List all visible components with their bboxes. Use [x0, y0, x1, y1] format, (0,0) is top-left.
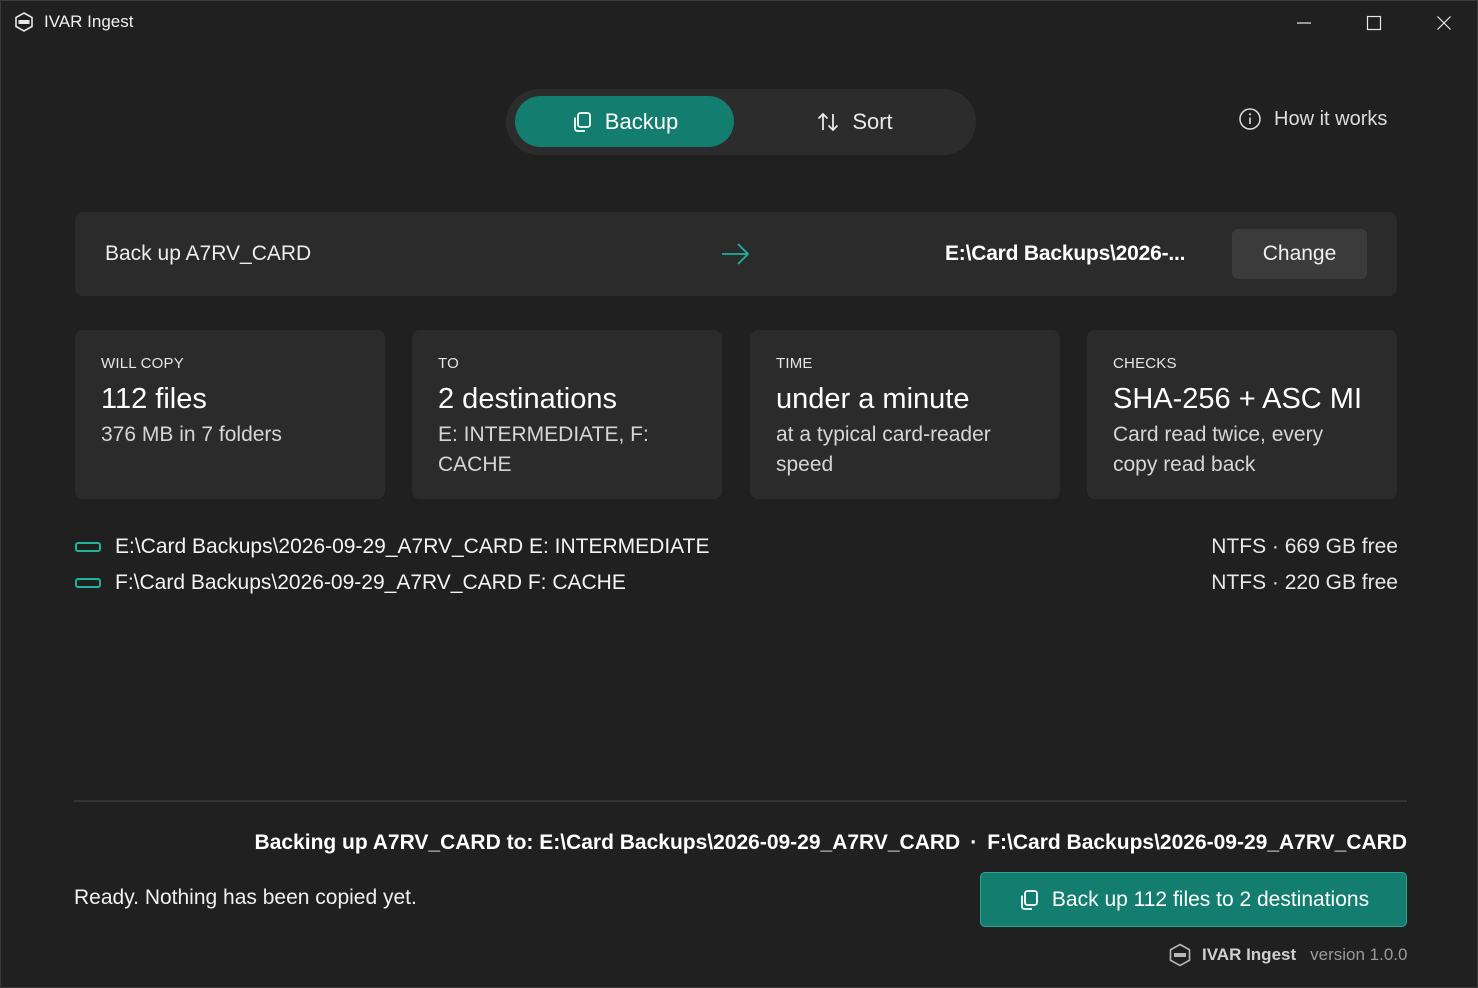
start-backup-label: Back up 112 files to 2 destinations — [1051, 887, 1370, 911]
change-destination-button[interactable]: Change — [1232, 229, 1367, 279]
summary-second-target: F:\Card Backups\2026-09-29_A7RV_CARD — [987, 831, 1407, 854]
info-icon — [1239, 108, 1261, 130]
close-icon — [1437, 16, 1451, 30]
start-backup-button[interactable]: Back up 112 files to 2 destinations — [980, 872, 1407, 927]
minimize-icon — [1297, 22, 1311, 24]
tab-backup[interactable]: Backup — [515, 96, 734, 147]
card-value: SHA-256 + ASC MI — [1113, 383, 1363, 415]
card-value: 2 destinations — [438, 383, 617, 415]
copy-icon — [573, 111, 591, 132]
maximize-icon — [1366, 15, 1382, 31]
stat-card-checks: CHECKS SHA-256 + ASC MI Card read twice,… — [1087, 330, 1397, 499]
tab-sort-label: Sort — [852, 108, 893, 134]
card-caption: CHECKS — [1113, 355, 1177, 372]
maximize-button[interactable] — [1339, 1, 1409, 45]
card-caption: TIME — [776, 355, 813, 372]
card-subtext: Card read twice, every copy read back — [1113, 423, 1324, 476]
app-logo-icon — [15, 12, 33, 32]
how-it-works-link[interactable]: How it works — [1238, 107, 1387, 131]
stat-card-will-copy: WILL COPY 112 files 376 MB in 7 folders — [75, 330, 385, 499]
destination-row-path: F:\Card Backups\2026-09-29_A7RV_CARD F: … — [115, 571, 626, 594]
summary-separator: · — [970, 831, 978, 854]
app-window: IVAR Ingest Backup Sort How it works Bac… — [0, 0, 1478, 988]
footer-version: version 1.0.0 — [1310, 945, 1408, 964]
destination-row-path: E:\Card Backups\2026-09-29_A7RV_CARD E: … — [115, 535, 710, 558]
destination-row: E:\Card Backups\2026-09-29_A7RV_CARD E: … — [75, 533, 1398, 561]
close-button[interactable] — [1409, 1, 1478, 45]
card-subtext: E: INTERMEDIATE, F: CACHE — [438, 423, 649, 476]
destination-path: E:\Card Backups\2026-... — [945, 242, 1186, 265]
sort-arrows-icon — [818, 112, 839, 131]
tab-backup-label: Backup — [604, 108, 679, 134]
card-value: under a minute — [776, 383, 970, 415]
card-caption: WILL COPY — [101, 355, 184, 372]
status-text: Ready. Nothing has been copied yet. — [74, 886, 417, 909]
card-subtext: at a typical card-reader speed — [776, 423, 991, 476]
minimize-button[interactable] — [1269, 1, 1339, 45]
footer-app-name: IVAR Ingest — [1202, 945, 1297, 964]
card-value: 112 files — [101, 383, 207, 415]
destination-row-free-space: NTFS · 220 GB free — [1211, 571, 1398, 594]
title-bar: IVAR Ingest — [1, 1, 1477, 45]
copy-icon — [1021, 889, 1038, 910]
arrow-right-icon — [722, 243, 750, 265]
card-caption: TO — [438, 355, 459, 372]
source-destination-bar: Back up A7RV_CARD E:\Card Backups\2026-.… — [75, 212, 1397, 296]
backup-summary: Backing up A7RV_CARD to: E:\Card Backups… — [74, 831, 1407, 855]
stat-card-time: TIME under a minute at a typical card-re… — [750, 330, 1060, 499]
drive-icon — [75, 578, 101, 588]
footer: IVAR Ingest version 1.0.0 — [1168, 943, 1407, 967]
destination-row-free-space: NTFS · 669 GB free — [1211, 535, 1398, 558]
summary-first-target: Backing up A7RV_CARD to: E:\Card Backups… — [254, 831, 961, 854]
window-title: IVAR Ingest — [44, 12, 134, 31]
drive-icon — [75, 542, 101, 552]
mode-toggle: Backup Sort — [506, 89, 976, 155]
how-it-works-label: How it works — [1274, 107, 1388, 130]
divider — [74, 800, 1407, 802]
card-subtext: 376 MB in 7 folders — [101, 423, 282, 446]
destination-row: F:\Card Backups\2026-09-29_A7RV_CARD F: … — [75, 569, 1398, 597]
app-logo-icon — [1169, 943, 1191, 967]
source-label: Back up A7RV_CARD — [105, 242, 312, 265]
tab-sort[interactable]: Sort — [742, 96, 967, 147]
stat-card-to: TO 2 destinations E: INTERMEDIATE, F: CA… — [412, 330, 722, 499]
